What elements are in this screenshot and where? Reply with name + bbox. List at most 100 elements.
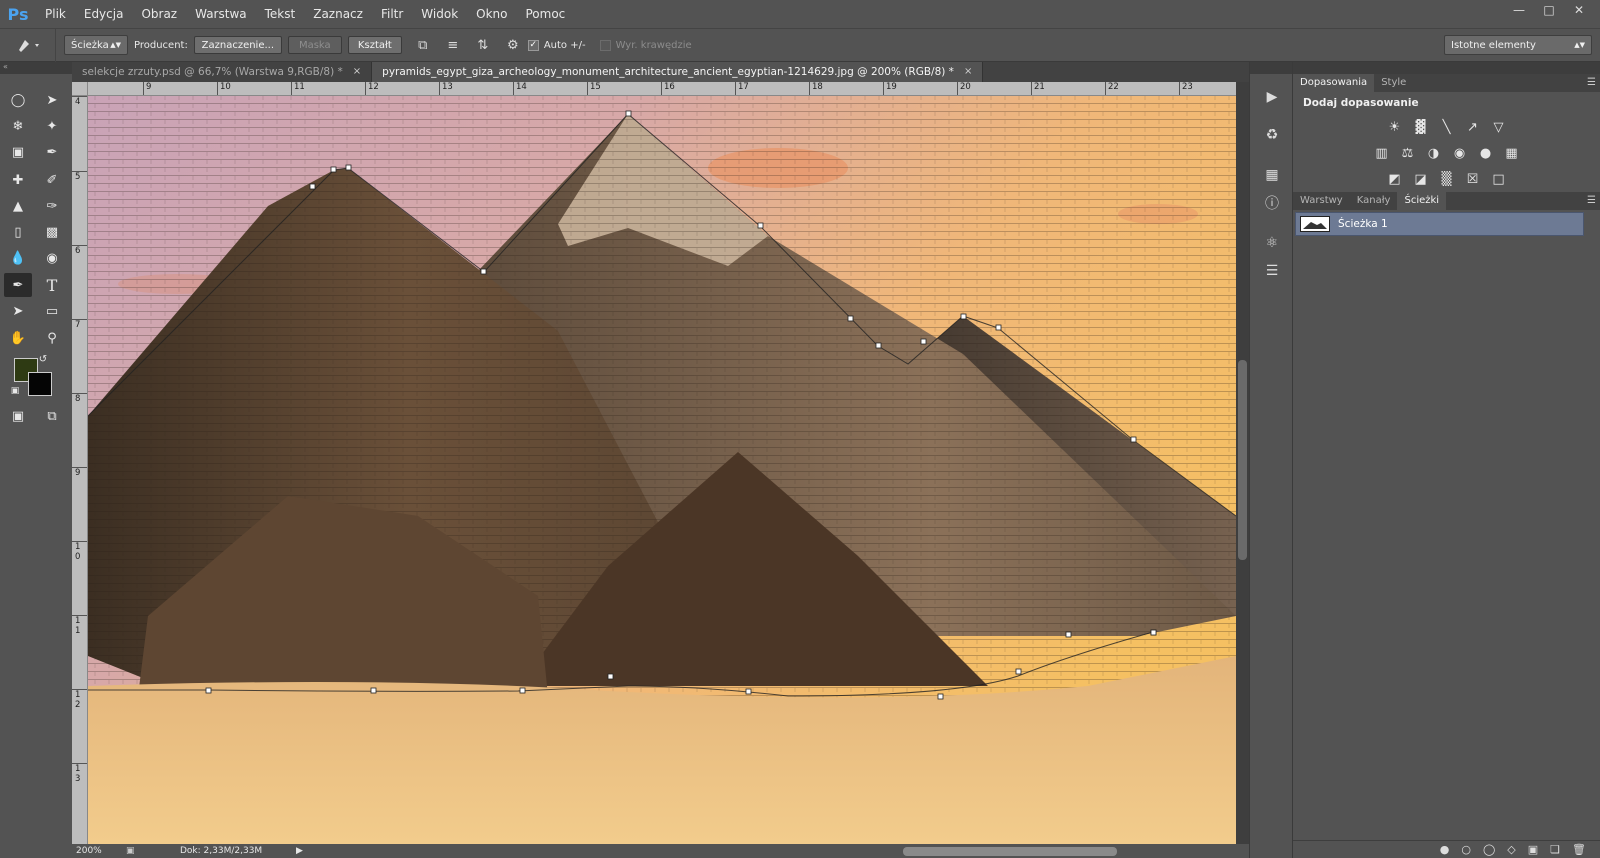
- threshold-icon[interactable]: ▒: [1438, 170, 1456, 188]
- invert-icon[interactable]: ◩: [1386, 170, 1404, 188]
- background-color-swatch[interactable]: [28, 372, 52, 396]
- tab-kanaly[interactable]: Kanały: [1350, 192, 1398, 210]
- vertical-scrollbar-thumb[interactable]: [1238, 360, 1247, 560]
- healing-brush-icon[interactable]: ✚: [4, 168, 32, 192]
- load-selection-icon[interactable]: ◯: [1483, 843, 1495, 856]
- stroke-path-icon[interactable]: ○: [1461, 843, 1471, 856]
- path-operations-icon[interactable]: ⧉: [412, 34, 434, 56]
- menu-plik[interactable]: Plik: [36, 0, 75, 28]
- menu-okno[interactable]: Okno: [467, 0, 516, 28]
- dodge-icon[interactable]: ◉: [38, 246, 66, 270]
- crop-icon[interactable]: ▣: [4, 140, 32, 164]
- menu-warstwa[interactable]: Warstwa: [186, 0, 256, 28]
- zoom-icon[interactable]: ⚲: [38, 326, 66, 350]
- panel-menu-icon[interactable]: ☰: [1587, 77, 1596, 88]
- close-icon[interactable]: ×: [964, 62, 972, 82]
- properties-icon[interactable]: ☰: [1260, 260, 1284, 282]
- mask-button[interactable]: Maska: [287, 36, 342, 54]
- workspace-select[interactable]: Istotne elementy ▲▼: [1444, 35, 1592, 55]
- posterize-icon[interactable]: ◪: [1412, 170, 1430, 188]
- path-item[interactable]: Ścieżka 1: [1295, 212, 1584, 236]
- info-icon[interactable]: ⓘ: [1260, 192, 1284, 214]
- elliptical-marquee-icon[interactable]: ◯: [4, 88, 32, 112]
- tab-style[interactable]: Style: [1374, 74, 1413, 92]
- path-arrangement-icon[interactable]: ⇅: [472, 34, 494, 56]
- menu-tekst[interactable]: Tekst: [256, 0, 305, 28]
- mode-select[interactable]: Ścieżka ▲▼: [64, 35, 128, 55]
- delete-path-icon[interactable]: 🗑: [1572, 843, 1586, 856]
- levels-icon[interactable]: ▓: [1412, 118, 1430, 136]
- channel-mixer-icon[interactable]: ●: [1477, 144, 1495, 162]
- selective-color-icon[interactable]: □: [1490, 170, 1508, 188]
- eraser-icon[interactable]: ▯: [4, 220, 32, 244]
- history-icon[interactable]: ♻: [1260, 124, 1284, 146]
- pen-tool-icon[interactable]: ✒: [4, 273, 32, 297]
- tab-pyramids[interactable]: pyramids_egypt_giza_archeology_monument_…: [372, 62, 984, 82]
- ruler-vertical[interactable]: 4 5 6 7 8 9 1 0 1 1 1 2 1 3: [72, 96, 88, 844]
- blur-icon[interactable]: 💧: [4, 246, 32, 270]
- horizontal-scrollbar-thumb[interactable]: [902, 847, 1117, 856]
- menu-filtr[interactable]: Filtr: [372, 0, 412, 28]
- shape-button[interactable]: Kształt: [347, 36, 402, 54]
- horizontal-scrollbar[interactable]: [303, 844, 1249, 858]
- restore-button[interactable]: □: [1534, 0, 1564, 20]
- align-edges-checkbox[interactable]: Wyr. krawędzie: [599, 39, 692, 51]
- menu-edycja[interactable]: Edycja: [75, 0, 133, 28]
- add-mask-icon[interactable]: ▣: [1528, 843, 1538, 856]
- document-canvas[interactable]: [88, 96, 1236, 844]
- menu-zaznacz[interactable]: Zaznacz: [304, 0, 372, 28]
- dock-strip-header[interactable]: [1250, 62, 1292, 74]
- swap-colors-icon[interactable]: ↺: [36, 352, 50, 366]
- close-button[interactable]: ✕: [1564, 0, 1594, 20]
- hue-saturation-icon[interactable]: ▥: [1373, 144, 1391, 162]
- exposure-icon[interactable]: ↗: [1464, 118, 1482, 136]
- magic-wand-icon[interactable]: ✦: [38, 114, 66, 138]
- quick-mask-icon[interactable]: ▣: [4, 404, 32, 428]
- tab-warstwy[interactable]: Warstwy: [1293, 192, 1350, 210]
- lasso-icon[interactable]: ❄: [4, 114, 32, 138]
- tab-sciezki[interactable]: Ścieżki: [1397, 192, 1447, 210]
- brightness-contrast-icon[interactable]: ☀: [1386, 118, 1404, 136]
- gear-icon[interactable]: ⚙: [502, 34, 524, 56]
- make-work-path-icon[interactable]: ◇: [1507, 843, 1515, 856]
- clone-stamp-icon[interactable]: ▲: [4, 194, 32, 218]
- close-icon[interactable]: ×: [353, 62, 361, 82]
- swatches-icon[interactable]: ▦: [1260, 164, 1284, 186]
- type-icon[interactable]: T: [38, 273, 66, 297]
- selection-button[interactable]: Zaznaczenie...: [193, 36, 282, 54]
- menu-obraz[interactable]: Obraz: [132, 0, 186, 28]
- panels-header[interactable]: [1293, 62, 1600, 74]
- zoom-level[interactable]: 200%: [76, 846, 122, 856]
- play-actions-icon[interactable]: ▶: [1260, 86, 1284, 108]
- auto-add-delete-checkbox[interactable]: ✓ Auto +/-: [527, 39, 586, 51]
- screen-mode-icon[interactable]: ⧉: [38, 404, 66, 428]
- path-alignment-icon[interactable]: ≡: [442, 34, 464, 56]
- history-brush-icon[interactable]: ✑: [38, 194, 66, 218]
- tab-selekcje[interactable]: selekcje zrzuty.psd @ 66,7% (Warstwa 9,R…: [72, 62, 373, 82]
- default-colors-icon[interactable]: ▣: [8, 384, 22, 398]
- tool-preset-picker[interactable]: [0, 28, 56, 62]
- gradient-icon[interactable]: ▩: [38, 220, 66, 244]
- status-menu-arrow-icon[interactable]: ▶: [296, 846, 303, 856]
- path-selection-icon[interactable]: ➤: [4, 299, 32, 323]
- status-info-icon[interactable]: ▣: [126, 846, 144, 856]
- fill-path-icon[interactable]: ●: [1440, 843, 1450, 856]
- color-balance-icon[interactable]: ⚖: [1399, 144, 1417, 162]
- ruler-horizontal[interactable]: 9 10 11 12 13 14 15 16 17 18 19 20 21 22…: [88, 82, 1236, 96]
- black-white-icon[interactable]: ◑: [1425, 144, 1443, 162]
- menu-widok[interactable]: Widok: [412, 0, 467, 28]
- rectangle-icon[interactable]: ▭: [38, 299, 66, 323]
- menu-pomoc[interactable]: Pomoc: [516, 0, 574, 28]
- color-lookup-icon[interactable]: ▦: [1503, 144, 1521, 162]
- eyedropper-icon[interactable]: ✒: [38, 140, 66, 164]
- ruler-origin[interactable]: [72, 82, 88, 96]
- panel-menu-icon[interactable]: ☰: [1587, 195, 1596, 206]
- brush-presets-icon[interactable]: ⚛: [1260, 232, 1284, 254]
- vertical-scrollbar[interactable]: [1236, 82, 1249, 844]
- vibrance-icon[interactable]: ▽: [1490, 118, 1508, 136]
- toolbox-header[interactable]: «: [0, 62, 72, 74]
- new-path-icon[interactable]: ❏: [1550, 843, 1560, 856]
- minimize-button[interactable]: —: [1504, 0, 1534, 20]
- curves-icon[interactable]: ╲: [1438, 118, 1456, 136]
- gradient-map-icon[interactable]: ☒: [1464, 170, 1482, 188]
